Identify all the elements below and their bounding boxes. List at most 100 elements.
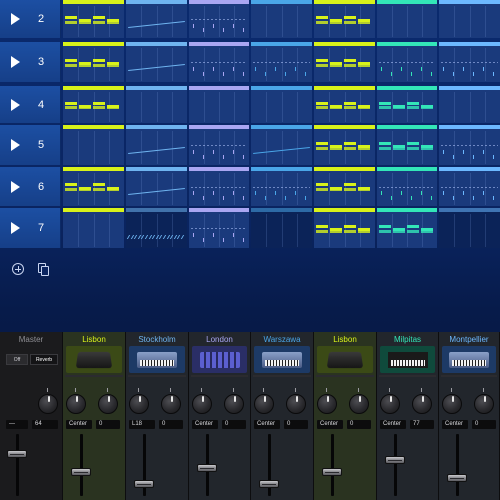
midi-note bbox=[65, 16, 77, 19]
channel-name[interactable]: Stockholm bbox=[126, 334, 188, 346]
send-knob[interactable] bbox=[349, 394, 369, 414]
clip-cell[interactable] bbox=[377, 86, 437, 123]
play-icon[interactable] bbox=[11, 180, 20, 193]
pan-knob[interactable] bbox=[66, 394, 86, 414]
midi-note bbox=[243, 28, 244, 32]
row-launch-button[interactable]: 7 bbox=[0, 208, 61, 248]
volume-fader[interactable] bbox=[447, 474, 467, 482]
clip-cell[interactable] bbox=[314, 208, 375, 248]
beat-line bbox=[485, 131, 486, 164]
clip-cell[interactable] bbox=[63, 42, 124, 82]
clip-cell[interactable] bbox=[251, 42, 312, 82]
instrument-thumbnail[interactable] bbox=[442, 346, 496, 373]
send-knob[interactable] bbox=[224, 394, 244, 414]
row-launch-button[interactable]: 5 bbox=[0, 125, 61, 165]
pan-knob[interactable] bbox=[192, 394, 212, 414]
instrument-thumbnail[interactable] bbox=[66, 346, 122, 373]
clip-cell[interactable] bbox=[189, 167, 249, 206]
reverb-knob[interactable] bbox=[38, 394, 58, 414]
clip-cell[interactable] bbox=[251, 125, 312, 165]
send-knob[interactable] bbox=[412, 394, 432, 414]
clip-cell[interactable] bbox=[439, 208, 500, 248]
clip-cell[interactable] bbox=[439, 42, 500, 82]
channel-strip: Montpellier Center 0 bbox=[439, 332, 500, 500]
clip-cell[interactable] bbox=[189, 86, 249, 123]
send-knob[interactable] bbox=[474, 394, 494, 414]
clip-cell[interactable] bbox=[314, 86, 375, 123]
clip-cell[interactable] bbox=[126, 167, 187, 206]
pan-knob[interactable] bbox=[442, 394, 462, 414]
play-icon[interactable] bbox=[11, 56, 20, 68]
clip-cell[interactable] bbox=[314, 0, 375, 38]
instrument-thumbnail[interactable] bbox=[380, 346, 435, 373]
volume-fader[interactable] bbox=[7, 450, 27, 458]
clip-cell[interactable] bbox=[126, 208, 187, 248]
clip-cell[interactable] bbox=[63, 167, 124, 206]
volume-fader[interactable] bbox=[385, 456, 405, 464]
instrument-thumbnail[interactable] bbox=[129, 346, 185, 373]
pan-knob[interactable] bbox=[317, 394, 337, 414]
play-icon[interactable] bbox=[11, 139, 20, 151]
clip-cell[interactable] bbox=[251, 86, 312, 123]
instrument-thumbnail[interactable] bbox=[192, 346, 247, 373]
clip-cell[interactable] bbox=[314, 42, 375, 82]
clip-cell[interactable] bbox=[251, 0, 312, 38]
clip-cell[interactable] bbox=[63, 125, 124, 165]
clip-cell[interactable] bbox=[189, 42, 249, 82]
clip-cell[interactable] bbox=[377, 125, 437, 165]
send-knob[interactable] bbox=[98, 394, 118, 414]
clip-cell[interactable] bbox=[314, 167, 375, 206]
clip-cell[interactable] bbox=[189, 125, 249, 165]
play-icon[interactable] bbox=[11, 222, 20, 234]
clip-cell[interactable] bbox=[63, 0, 124, 38]
channel-name[interactable]: Lisbon bbox=[63, 334, 125, 346]
clip-cell[interactable] bbox=[439, 86, 500, 123]
clip-cell[interactable] bbox=[63, 86, 124, 123]
clip-cell[interactable] bbox=[314, 125, 375, 165]
clip-cell[interactable] bbox=[377, 0, 437, 38]
duplicate-icon[interactable] bbox=[38, 263, 50, 276]
clip-cell[interactable] bbox=[63, 208, 124, 248]
row-launch-button[interactable]: 4 bbox=[0, 86, 61, 123]
clip-cell[interactable] bbox=[251, 208, 312, 248]
row-launch-button[interactable]: 2 bbox=[0, 0, 61, 38]
pan-knob[interactable] bbox=[380, 394, 400, 414]
instrument-thumbnail[interactable] bbox=[317, 346, 373, 373]
channel-name[interactable]: London bbox=[189, 334, 250, 346]
pan-knob[interactable] bbox=[254, 394, 274, 414]
reverb-button[interactable]: Reverb bbox=[30, 354, 58, 365]
reverb-off-button[interactable]: Off bbox=[6, 354, 28, 365]
clip-cell[interactable] bbox=[377, 167, 437, 206]
channel-name[interactable]: Montpellier bbox=[439, 334, 499, 346]
clip-cell[interactable] bbox=[439, 0, 500, 38]
volume-fader[interactable] bbox=[259, 480, 279, 488]
clip-cell[interactable] bbox=[189, 208, 249, 248]
clip-cell[interactable] bbox=[439, 125, 500, 165]
clip-cell[interactable] bbox=[377, 208, 437, 248]
clip-cell[interactable] bbox=[126, 42, 187, 82]
play-icon[interactable] bbox=[11, 98, 20, 111]
clip-cell[interactable] bbox=[126, 0, 187, 38]
clip-cell[interactable] bbox=[439, 167, 500, 206]
clip-color-bar bbox=[126, 125, 187, 129]
send-knob[interactable] bbox=[161, 394, 181, 414]
send-knob[interactable] bbox=[286, 394, 306, 414]
row-launch-button[interactable]: 3 bbox=[0, 42, 61, 82]
clip-cell[interactable] bbox=[377, 42, 437, 82]
clip-cell[interactable] bbox=[126, 125, 187, 165]
play-icon[interactable] bbox=[11, 13, 20, 25]
add-circle-icon[interactable] bbox=[12, 263, 24, 275]
clip-cell[interactable] bbox=[251, 167, 312, 206]
volume-fader[interactable] bbox=[71, 468, 91, 476]
channel-name[interactable]: Warszawa bbox=[251, 334, 313, 346]
pan-knob[interactable] bbox=[129, 394, 149, 414]
instrument-thumbnail[interactable] bbox=[254, 346, 310, 373]
row-launch-button[interactable]: 6 bbox=[0, 167, 61, 206]
channel-name[interactable]: Milpitas bbox=[377, 334, 438, 346]
volume-fader[interactable] bbox=[197, 464, 217, 472]
clip-cell[interactable] bbox=[126, 86, 187, 123]
volume-fader[interactable] bbox=[322, 468, 342, 476]
clip-cell[interactable] bbox=[189, 0, 249, 38]
channel-name[interactable]: Lisbon bbox=[314, 334, 376, 346]
volume-fader[interactable] bbox=[134, 480, 154, 488]
